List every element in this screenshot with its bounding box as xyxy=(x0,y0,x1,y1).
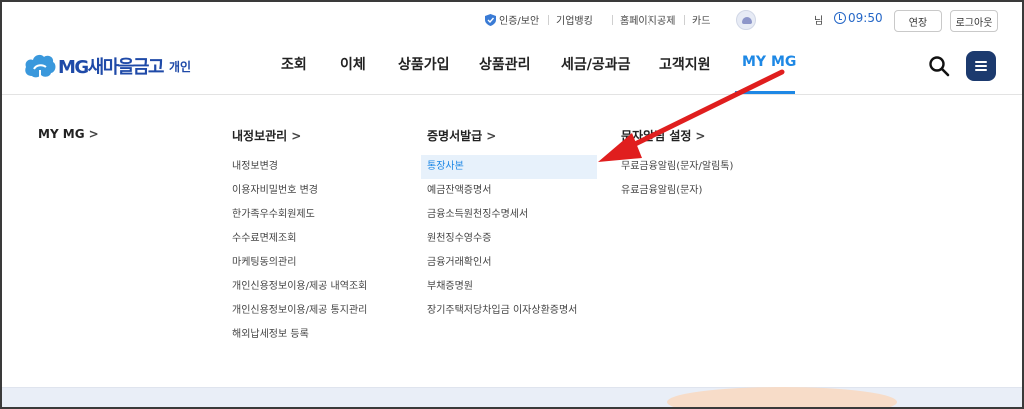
red-arrow-icon xyxy=(598,69,785,162)
page-frame: 인증/보안 기업뱅킹 홈페이지 공제 카드 님 09:50 연장 로그아웃 MG… xyxy=(0,0,1024,409)
